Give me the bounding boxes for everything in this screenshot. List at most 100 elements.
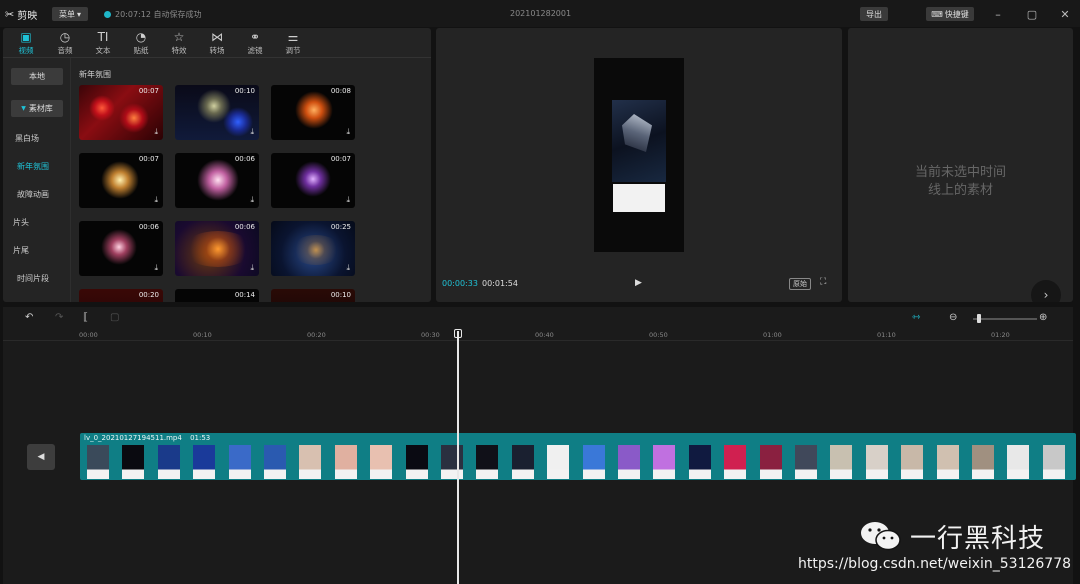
material-thumb[interactable]: 00:07 ⤓ — [271, 153, 355, 208]
delete-icon[interactable]: ▢ — [110, 312, 119, 323]
shortcut-label: 快捷键 — [944, 9, 969, 19]
material-thumb[interactable]: 00:10 ⤓ — [175, 85, 259, 140]
clip-frame — [334, 445, 357, 479]
save-status-text: 20:07:12 自动保存成功 — [115, 10, 202, 19]
sidebar-item-library[interactable]: ▼ 素材库 — [11, 100, 63, 117]
download-icon[interactable]: ⤓ — [250, 127, 254, 137]
material-thumb[interactable]: 00:06 ⤓ — [79, 221, 163, 276]
download-icon[interactable]: ⤓ — [250, 263, 254, 273]
watermark-brand: 一行黑科技 — [910, 524, 1046, 554]
zoom-slider-handle[interactable] — [977, 314, 981, 323]
tab-audio[interactable]: ◷ 音频 — [48, 30, 82, 58]
clip-frame — [193, 445, 216, 479]
close-icon[interactable]: ✕ — [1058, 7, 1072, 21]
duration-label: 00:06 — [234, 155, 255, 163]
zoom-slider[interactable] — [973, 318, 1037, 320]
download-icon[interactable]: ⤓ — [250, 195, 254, 205]
tab-adjust[interactable]: ⚌ 调节 — [276, 30, 310, 58]
ruler-label: 00:30 — [421, 331, 440, 339]
snap-icon[interactable]: ⇿ — [912, 312, 920, 323]
clip-duration: 01:53 — [190, 434, 211, 442]
sidebar-item-local[interactable]: 本地 — [11, 68, 63, 85]
clip-name: lv_0_20210127194511.mp4 — [84, 434, 182, 442]
keyboard-icon: ⌨ — [931, 9, 943, 19]
material-thumb[interactable]: 00:08 ⤓ — [271, 85, 355, 140]
sidebar-item-newyear[interactable]: 新年氛围 — [3, 161, 67, 172]
material-thumb[interactable]: 00:25 ⤓ — [271, 221, 355, 276]
download-icon[interactable]: ⤓ — [154, 127, 158, 137]
sticker-icon: ◔ — [135, 30, 147, 44]
download-icon[interactable]: ⤓ — [346, 127, 350, 137]
minimize-icon[interactable]: – — [991, 7, 1005, 21]
ruler-label: 01:10 — [877, 331, 896, 339]
track-settings-button[interactable]: ◀ — [27, 444, 55, 470]
clip-frame — [1042, 445, 1065, 479]
clip-frame — [1007, 445, 1030, 479]
tab-adjust-label: 调节 — [285, 46, 301, 55]
download-icon[interactable]: ⤓ — [154, 195, 158, 205]
download-icon[interactable]: ⤓ — [346, 263, 350, 273]
adjust-icon: ⚌ — [287, 30, 299, 44]
tab-filter[interactable]: ⚭ 滤镜 — [238, 30, 272, 58]
playhead[interactable] — [457, 331, 459, 584]
clip-frame — [901, 445, 924, 479]
clip-frame — [122, 445, 145, 479]
clip-frame — [653, 445, 676, 479]
tab-transition[interactable]: ⋈ 转场 — [200, 30, 234, 58]
media-panel: ▣ 视频 ◷ 音频 TI 文本 ◔ 贴纸 ☆ 特效 ⋈ 转场 ⚭ 滤镜 ⚌ 调节 — [3, 28, 431, 302]
material-thumb[interactable]: 00:10 — [271, 289, 355, 302]
ruler-label: 00:00 — [79, 331, 98, 339]
clip-frame — [795, 445, 817, 479]
save-status: 20:07:12 自动保存成功 — [104, 9, 201, 20]
tab-video-label: 视频 — [18, 46, 34, 55]
material-thumb[interactable]: 00:07 ⤓ — [79, 85, 163, 140]
undo-icon[interactable]: ↶ — [25, 312, 33, 323]
original-ratio-button[interactable]: 原始 — [789, 278, 811, 290]
total-time: 00:01:54 — [482, 279, 518, 288]
sidebar-item-glitch[interactable]: 故障动画 — [3, 189, 67, 200]
material-thumb[interactable]: 00:20 — [79, 289, 163, 302]
material-thumb[interactable]: 00:07 ⤓ — [79, 153, 163, 208]
material-thumb[interactable]: 00:06 ⤓ — [175, 221, 259, 276]
zoom-in-icon[interactable]: ⊕ — [1039, 312, 1047, 323]
shortcut-button[interactable]: ⌨ 快捷键 — [926, 7, 974, 21]
split-icon[interactable]: ⟦ — [83, 312, 88, 323]
effects-icon: ☆ — [173, 30, 185, 44]
media-toolbar: ▣ 视频 ◷ 音频 TI 文本 ◔ 贴纸 ☆ 特效 ⋈ 转场 ⚭ 滤镜 ⚌ 调节 — [3, 28, 431, 58]
tab-audio-label: 音频 — [57, 46, 73, 55]
speaker-icon: ◀ — [37, 452, 45, 462]
download-icon[interactable]: ⤓ — [346, 195, 350, 205]
duration-label: 00:25 — [330, 223, 351, 231]
ruler-label: 00:40 — [535, 331, 554, 339]
material-thumb[interactable]: 00:06 ⤓ — [175, 153, 259, 208]
play-icon[interactable]: ▶ — [635, 278, 642, 288]
sidebar-item-timeclip[interactable]: 时间片段 — [3, 273, 67, 284]
redo-icon[interactable]: ↷ — [55, 312, 63, 323]
export-button[interactable]: 导出 — [860, 7, 888, 21]
tab-video[interactable]: ▣ 视频 — [9, 30, 43, 58]
zoom-out-icon[interactable]: ⊖ — [949, 312, 957, 323]
clip-frame — [830, 445, 853, 479]
text-icon: TI — [97, 30, 109, 44]
tab-sticker[interactable]: ◔ 贴纸 — [124, 30, 158, 58]
menu-button[interactable]: 菜单 ▾ — [52, 7, 88, 21]
tab-text-label: 文本 — [95, 46, 111, 55]
sidebar-item-blackwhite[interactable]: 黑白场 — [3, 133, 61, 144]
preview-caption-card — [613, 184, 665, 212]
duration-label: 00:10 — [330, 291, 351, 299]
maximize-icon[interactable]: ▢ — [1025, 7, 1039, 21]
tab-text[interactable]: TI 文本 — [86, 30, 120, 58]
sidebar-item-outro[interactable]: 片尾 — [3, 245, 55, 256]
material-thumb[interactable]: 00:14 — [175, 289, 259, 302]
sidebar-item-intro[interactable]: 片头 — [3, 217, 55, 228]
chevron-right-icon[interactable]: › — [1031, 280, 1061, 302]
clip-frame — [87, 445, 109, 479]
caret-down-icon: ▼ — [21, 105, 26, 112]
fullscreen-icon[interactable]: ⛶ — [820, 277, 826, 287]
video-icon: ▣ — [20, 30, 32, 44]
clip-frame — [759, 445, 782, 479]
tab-effects[interactable]: ☆ 特效 — [162, 30, 196, 58]
time-ruler[interactable]: 00:00 00:10 00:20 00:30 00:40 00:50 01:0… — [3, 329, 1073, 341]
ruler-label: 00:10 — [193, 331, 212, 339]
download-icon[interactable]: ⤓ — [154, 263, 158, 273]
